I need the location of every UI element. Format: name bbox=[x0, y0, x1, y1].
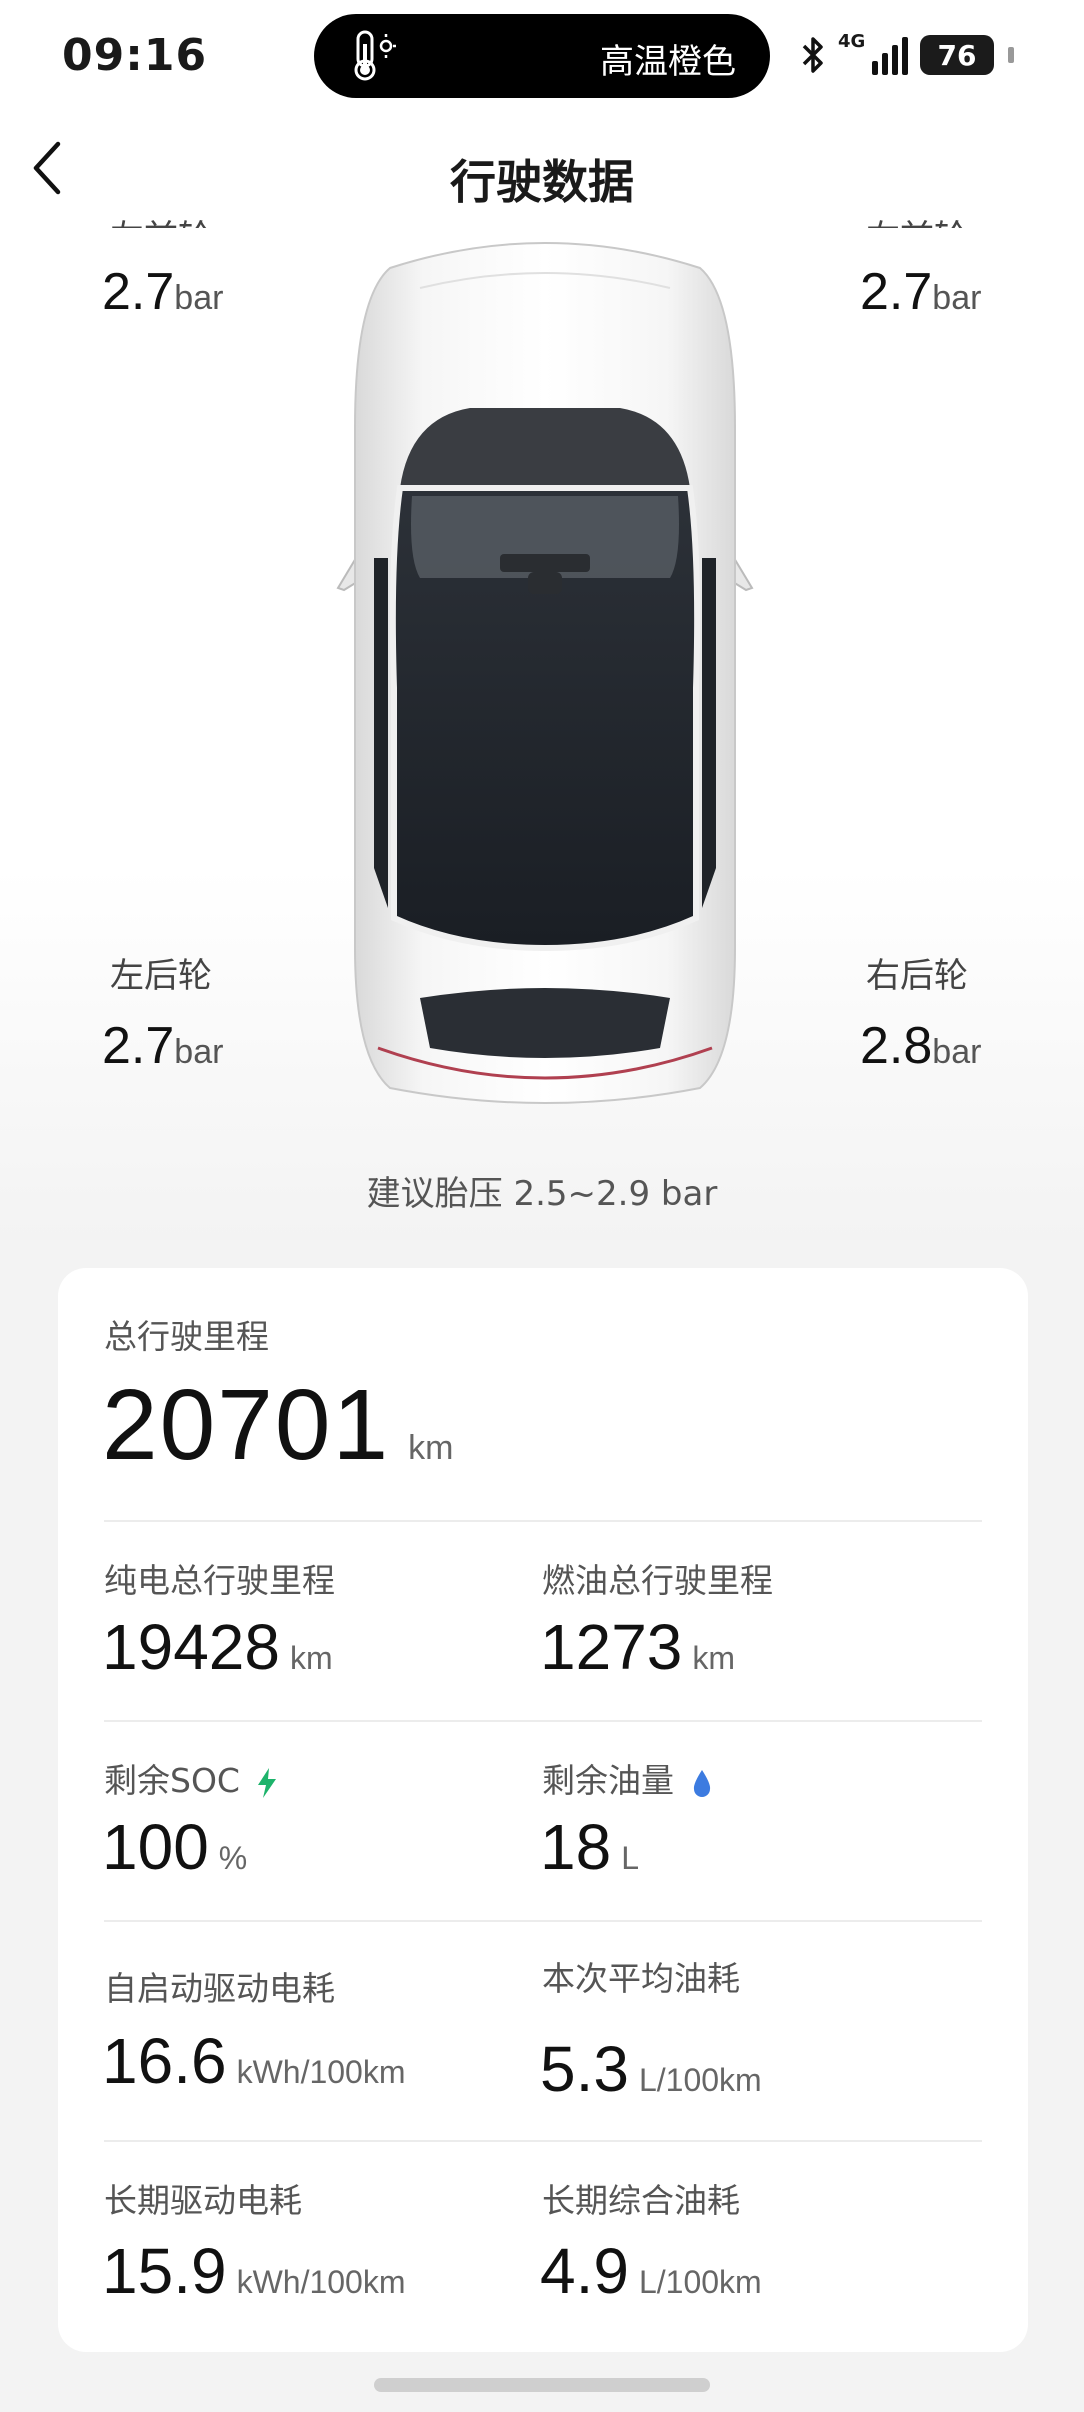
total-mileage-unit: km bbox=[408, 1429, 454, 1467]
front-left-unit: bar bbox=[174, 279, 224, 317]
fuel-mileage-label: 燃油总行驶里程 bbox=[542, 1561, 773, 1600]
rear-left-tire-label-wrap: 左后轮 bbox=[110, 948, 212, 997]
front-left-pressure: 2.7 bbox=[102, 263, 175, 321]
trip-fuel: 5.3 L/100km bbox=[540, 2032, 762, 2106]
fuel-left: 18 L bbox=[540, 1810, 639, 1884]
home-indicator[interactable] bbox=[374, 2378, 710, 2392]
rear-right-unit: bar bbox=[932, 1033, 982, 1071]
trip-power: 16.6 kWh/100km bbox=[102, 2024, 406, 2098]
rear-right-tire: 2.8bar bbox=[860, 1016, 981, 1076]
rear-right-tire-label: 右后轮 bbox=[866, 956, 968, 996]
divider bbox=[104, 1720, 982, 1722]
thermometer-icon bbox=[354, 30, 396, 81]
fuel-mileage-value: 1273 bbox=[540, 1611, 683, 1683]
fuel-left-value: 18 bbox=[540, 1811, 612, 1883]
long-fuel-value: 4.9 bbox=[540, 2235, 629, 2307]
ev-mileage-unit: km bbox=[289, 1640, 333, 1676]
front-left-tire-label: 左前轮 bbox=[110, 210, 212, 228]
total-mileage-value: 20701 bbox=[102, 1369, 391, 1481]
network-type: 4G bbox=[838, 31, 866, 52]
trip-power-value: 16.6 bbox=[102, 2025, 227, 2097]
long-power-value: 15.9 bbox=[102, 2235, 227, 2307]
long-power-unit: kWh/100km bbox=[236, 2264, 406, 2300]
status-icons: 4G 76 bbox=[800, 28, 1014, 82]
charging-bolt-icon bbox=[258, 1767, 277, 1798]
rear-left-pressure: 2.7 bbox=[102, 1017, 175, 1075]
long-power: 15.9 kWh/100km bbox=[102, 2234, 406, 2308]
total-mileage: 20701 km bbox=[102, 1368, 453, 1483]
cellular-signal-icon: 4G bbox=[838, 31, 908, 75]
trip-power-label: 自启动驱动电耗 bbox=[104, 1969, 335, 2008]
rear-left-tire: 2.7bar bbox=[102, 1016, 223, 1076]
driving-stats-card: 总行驶里程 20701 km 纯电总行驶里程 19428 km 燃油总行驶里程 12… bbox=[58, 1268, 1028, 2352]
dynamic-island[interactable]: 高温橙色 bbox=[314, 14, 770, 98]
soc-value: 100 bbox=[102, 1811, 209, 1883]
rear-left-unit: bar bbox=[174, 1033, 224, 1071]
front-right-tire: 2.7bar bbox=[860, 262, 981, 322]
page-title: 行驶数据 bbox=[450, 155, 634, 209]
car-top-view-image bbox=[336, 242, 754, 1104]
long-fuel: 4.9 L/100km bbox=[540, 2234, 762, 2308]
soc-label: 剩余SOC bbox=[104, 1761, 240, 1800]
trip-fuel-unit: L/100km bbox=[638, 2062, 762, 2098]
fuel-left-label-row: 剩余油量 bbox=[542, 1754, 713, 1802]
weather-alert-text: 高温橙色 bbox=[600, 42, 736, 82]
soc: 100% bbox=[102, 1810, 247, 1884]
bluetooth-icon bbox=[802, 37, 823, 73]
battery-icon: 76 bbox=[920, 35, 994, 75]
divider bbox=[104, 1520, 982, 1522]
fuel-left-label: 剩余油量 bbox=[542, 1761, 674, 1800]
trip-power-unit: kWh/100km bbox=[236, 2054, 406, 2090]
long-fuel-unit: L/100km bbox=[638, 2264, 762, 2300]
ev-mileage-value: 19428 bbox=[102, 1611, 280, 1683]
divider bbox=[104, 2140, 982, 2142]
ev-mileage-label: 纯电总行驶里程 bbox=[104, 1561, 335, 1600]
rear-right-pressure: 2.8 bbox=[860, 1017, 933, 1075]
total-mileage-label: 总行驶里程 bbox=[104, 1317, 269, 1356]
rear-right-tire-label-wrap: 右后轮 bbox=[866, 948, 968, 997]
long-fuel-label: 长期综合油耗 bbox=[542, 2181, 740, 2220]
fuel-mileage-unit: km bbox=[692, 1640, 736, 1676]
status-time: 09:16 bbox=[62, 30, 208, 81]
front-right-tire-label: 右前轮 bbox=[866, 210, 968, 228]
ev-mileage: 19428 km bbox=[102, 1610, 333, 1684]
fuel-left-unit: L bbox=[621, 1840, 639, 1876]
divider bbox=[104, 1920, 982, 1922]
front-right-unit: bar bbox=[932, 279, 982, 317]
long-power-label: 长期驱动电耗 bbox=[104, 2181, 302, 2220]
front-right-pressure: 2.7 bbox=[860, 263, 933, 321]
front-left-tire: 2.7bar bbox=[102, 262, 223, 322]
soc-unit: % bbox=[218, 1840, 248, 1876]
rear-left-tire-label: 左后轮 bbox=[110, 956, 212, 996]
recommended-pressure: 建议胎压 2.5~2.9 bar bbox=[366, 1174, 718, 1214]
trip-fuel-value: 5.3 bbox=[540, 2033, 629, 2105]
soc-label-row: 剩余SOC bbox=[104, 1754, 278, 1802]
battery-tip bbox=[1008, 47, 1014, 63]
trip-fuel-label: 本次平均油耗 bbox=[542, 1959, 740, 1998]
fuel-drop-icon bbox=[693, 1769, 710, 1797]
fuel-mileage: 1273 km bbox=[540, 1610, 735, 1684]
